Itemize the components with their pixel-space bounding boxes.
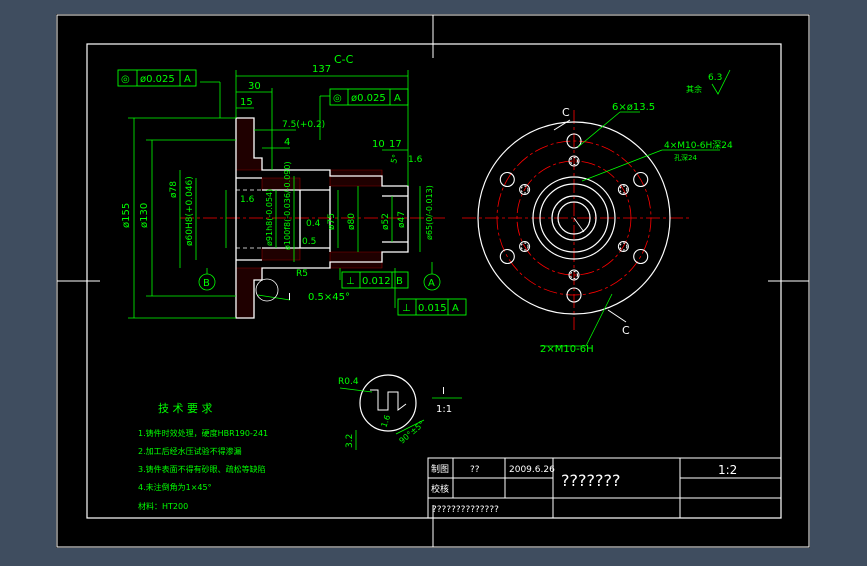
tol-perp-b-symbol: ⊥ (346, 276, 355, 287)
tech-req-item-2: 2.加工后经水压试验不得渗漏 (138, 446, 242, 456)
dim-4: 4 (284, 137, 290, 148)
tb-date: 2009.6.26 (509, 465, 555, 475)
tol-right-datum: A (394, 93, 401, 104)
dim-10: 10 (372, 139, 385, 150)
dim-80: ø80 (347, 213, 357, 230)
cad-drawing-viewport[interactable]: C-C 137 30 15 7.5(+0.2) 4 10 17 1.6 1.6 … (0, 0, 867, 562)
tech-req-item-4: 4.未注倒角为1×45° (138, 482, 212, 492)
tech-req-title: 技 术 要 求 (158, 402, 213, 415)
dim-65: ø65(0/-0.013) (425, 185, 434, 240)
dim-0-5: 0.5 (302, 237, 316, 247)
dim-60: ø60H8(+0.046) (185, 176, 195, 246)
tol-top-datum: A (184, 74, 191, 85)
dim-r5: R5 (296, 269, 308, 279)
dim-75: ø75 (327, 213, 337, 230)
tech-req-material: 材料：HT200 (138, 501, 188, 511)
dim-100: ø100f8(-0.036/-0.090) (283, 161, 292, 250)
dim-155: ø155 (121, 203, 132, 228)
dim-6xd13: 6×ø13.5 (612, 102, 655, 113)
dim-4xm10: 4×M10-6H深24 (664, 140, 733, 151)
tech-req-item-3: 3.铸件表面不得有砂眼、疏松等缺陷 (138, 464, 266, 474)
datum-b-label: B (203, 278, 210, 289)
tech-req-item-1: 1.铸件时效处理，硬度HBR190-241 (138, 428, 268, 438)
roughness-value: 6.3 (708, 73, 722, 83)
dim-1-6-b: 1.6 (240, 195, 255, 205)
tol-right-symbol: ◎ (333, 93, 342, 104)
tol-perp-b-datum: B (396, 276, 403, 287)
dim-91: ø91h8(-0.054) (265, 189, 274, 246)
dim-30: 30 (248, 81, 261, 92)
dim-78: ø78 (169, 181, 179, 198)
tb-drawn-name: ?? (470, 465, 480, 475)
tb-checked-label: 校核 (431, 483, 449, 495)
cut-mark-c-bottom: C (622, 324, 630, 337)
tb-scale: 1:2 (718, 463, 737, 477)
tol-right-value: ø0.025 (351, 93, 386, 104)
tol-top-symbol: ◎ (121, 74, 130, 85)
dim-15: 15 (240, 97, 253, 108)
dim-2xm10: 2×M10-6H (540, 344, 594, 355)
dim-0-5x45: 0.5×45° (308, 292, 350, 303)
tol-perp-a-value: 0.015 (418, 303, 447, 314)
dim-17: 17 (389, 139, 402, 150)
detail-scale: 1:1 (436, 404, 452, 415)
tol-perp-a-datum: A (452, 303, 459, 314)
dim-r0-4: R0.4 (338, 377, 359, 387)
tol-top-value: ø0.025 (140, 74, 175, 85)
dim-3-2: 3.2 (345, 434, 355, 448)
section-label: C-C (334, 53, 354, 66)
dim-0-4: 0.4 (306, 219, 321, 229)
tb-org: ?????????????? (432, 505, 499, 515)
dim-52: ø52 (381, 213, 391, 230)
drawing-canvas[interactable]: C-C 137 30 15 7.5(+0.2) 4 10 17 1.6 1.6 … (0, 0, 867, 562)
tol-perp-a-symbol: ⊥ (402, 303, 411, 314)
dim-130: ø130 (139, 203, 150, 228)
detail-label: I (442, 386, 445, 397)
dim-1-6-a: 1.6 (408, 155, 423, 165)
dim-4xm10-sub: 孔深24 (674, 153, 697, 162)
dim-7-5: 7.5(+0.2) (282, 120, 325, 130)
roughness-other: 其余 (686, 84, 702, 94)
dim-47: ø47 (397, 211, 407, 228)
tb-part-name: ??????? (561, 471, 620, 490)
tol-perp-b-value: 0.012 (362, 276, 391, 287)
tb-drawn-label: 制图 (431, 463, 449, 475)
dim-137: 137 (312, 64, 331, 75)
datum-a-label: A (428, 278, 435, 289)
callout-1: I (288, 292, 291, 303)
cut-mark-c-top: C (562, 106, 570, 119)
